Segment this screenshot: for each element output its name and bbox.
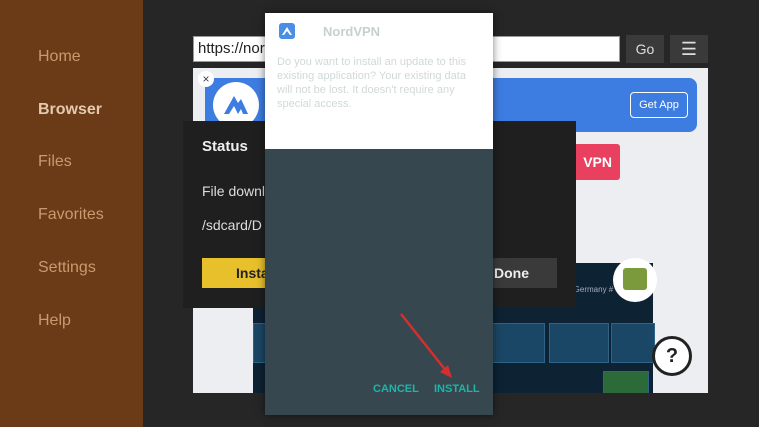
annotation-arrow-icon xyxy=(400,313,452,378)
